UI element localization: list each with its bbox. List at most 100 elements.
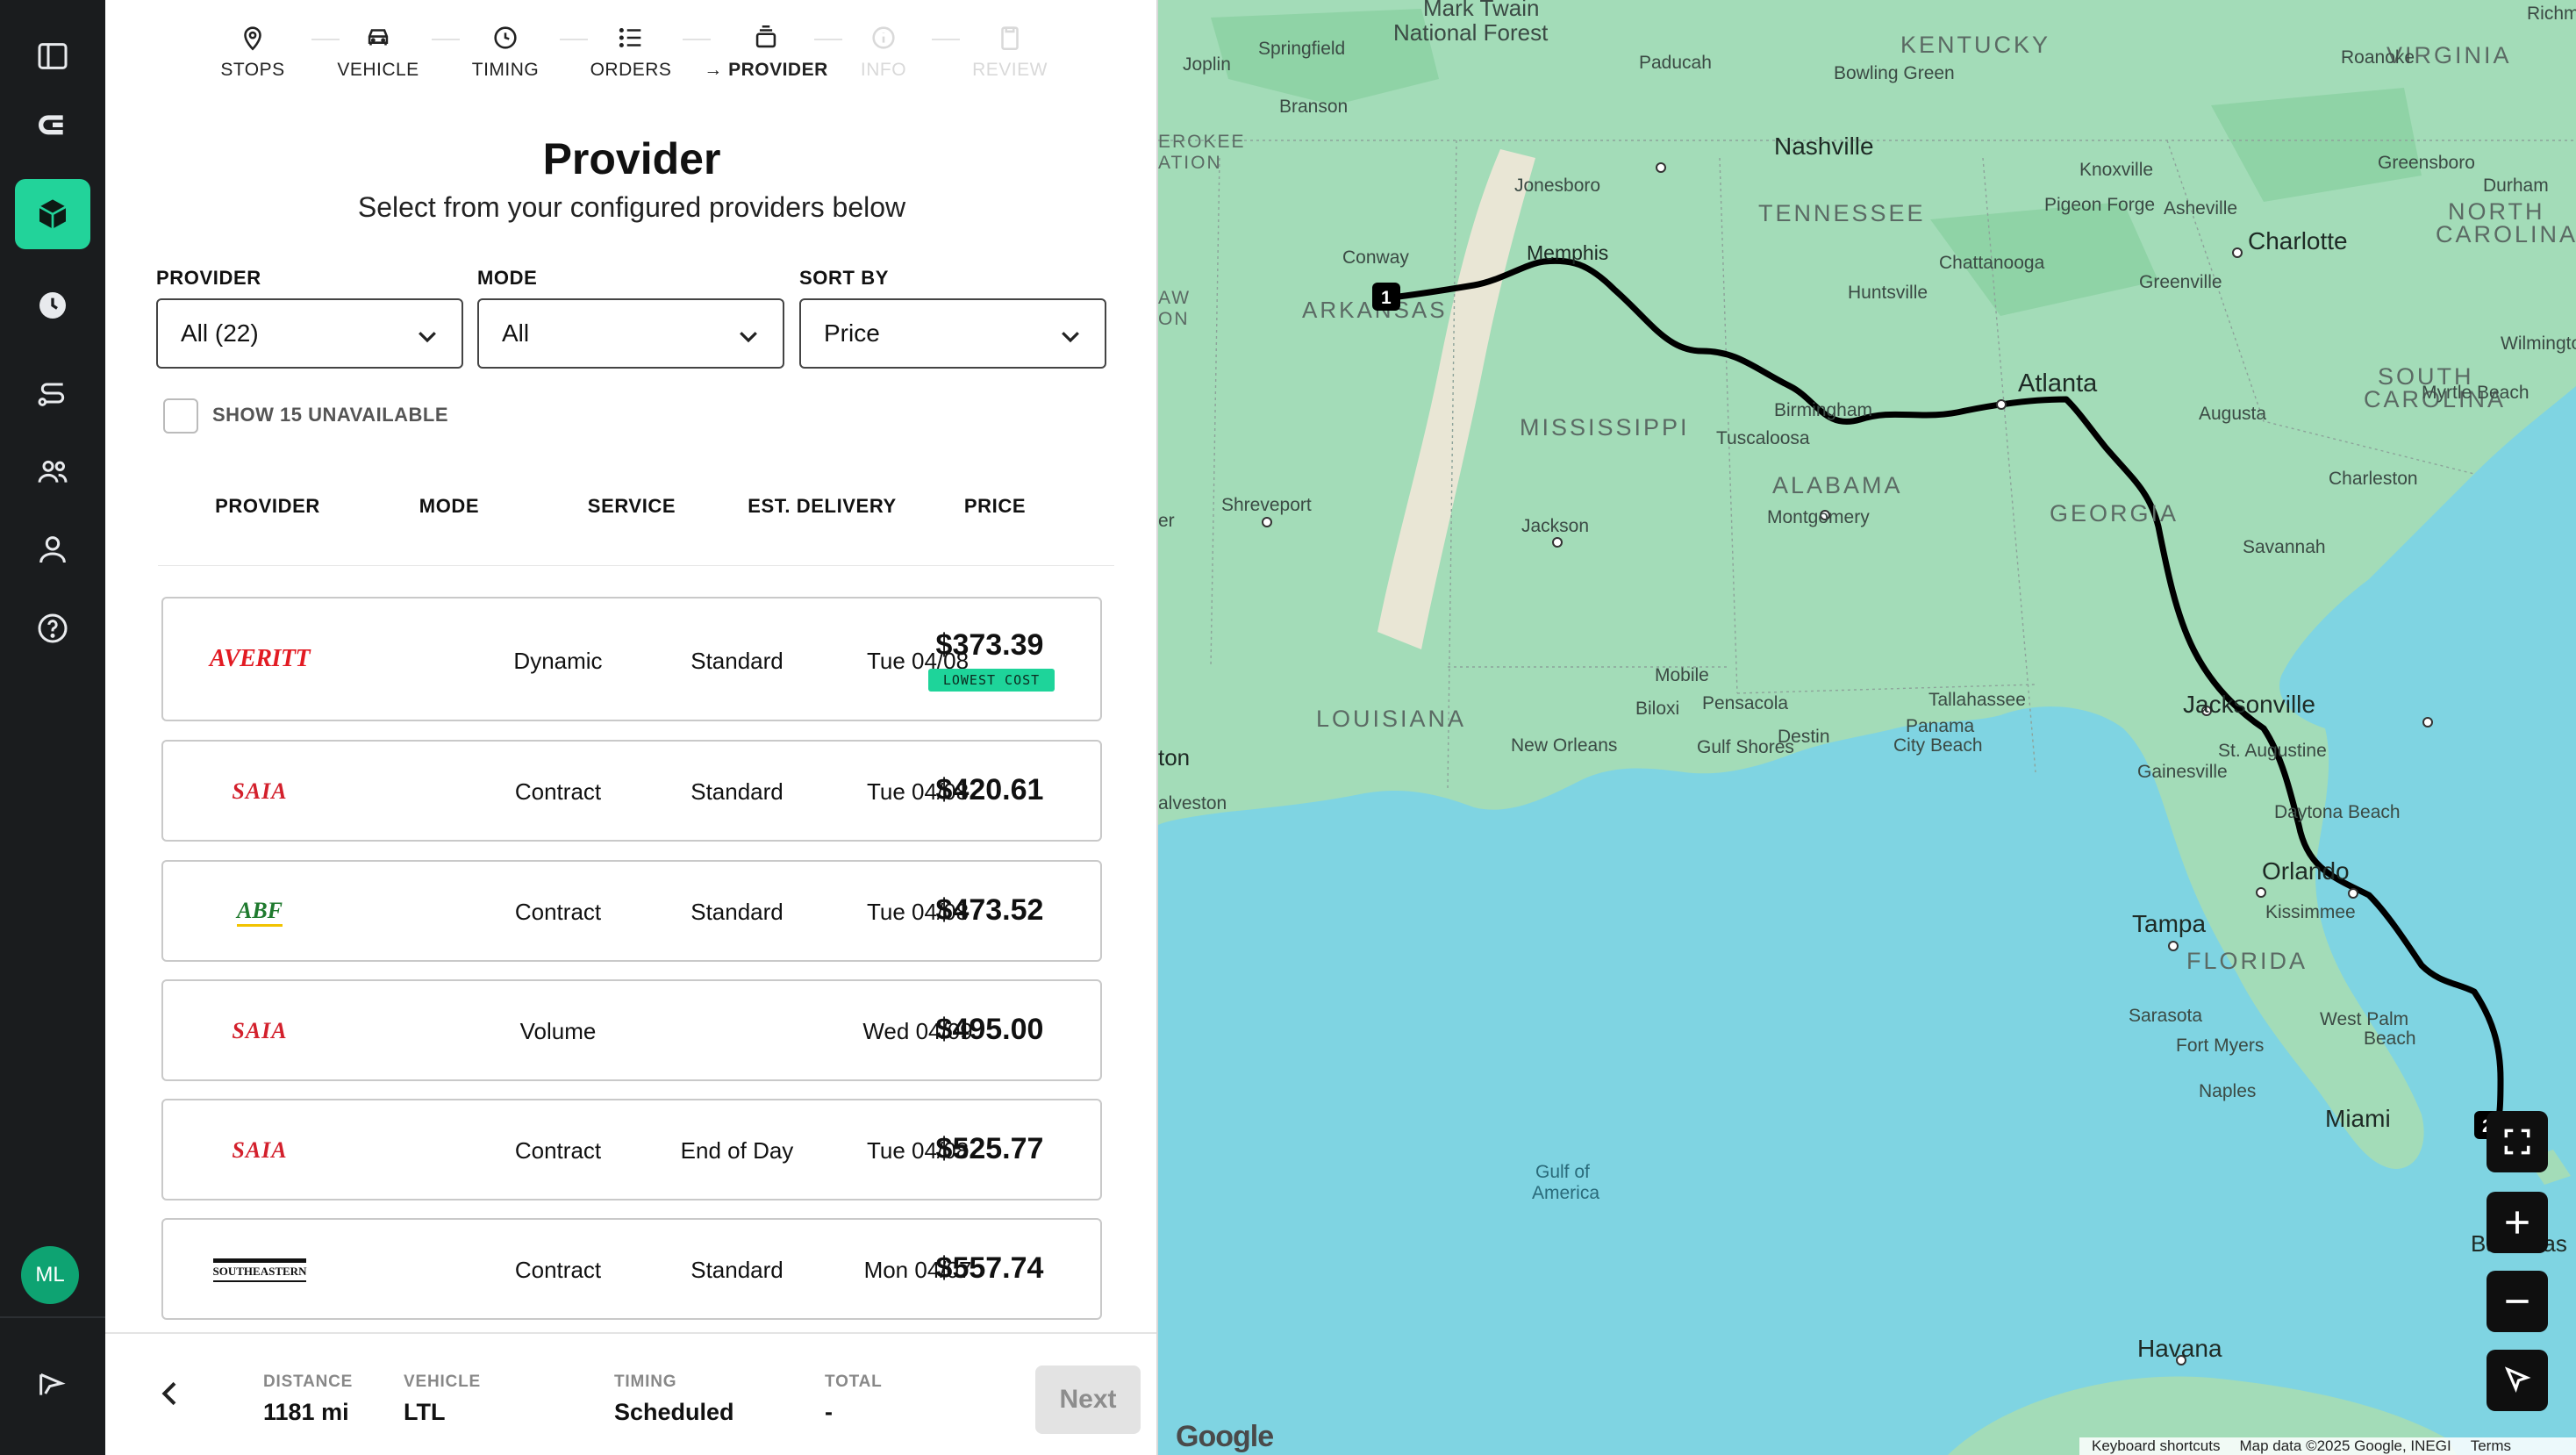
google-logo: Google bbox=[1176, 1420, 1274, 1454]
shipments-cube-icon[interactable] bbox=[15, 179, 90, 249]
map-canvas: Mark Twain National Forest Springfield J… bbox=[1158, 0, 2576, 1455]
map-label: Jacksonville bbox=[2183, 691, 2315, 718]
vehicle-value: LTL bbox=[404, 1399, 446, 1425]
row-price: $373.39 bbox=[935, 628, 1044, 662]
terms-link[interactable]: Terms bbox=[2471, 1437, 2511, 1455]
row-mode: Contract bbox=[514, 899, 602, 925]
map-label: Fort Myers bbox=[2176, 1036, 2264, 1056]
provider-row[interactable]: SAIA Contract End of Day Tue 04/08 $525.… bbox=[161, 1099, 1102, 1201]
map-label: MISSISSIPPI bbox=[1520, 414, 1690, 441]
step-label: → PROVIDER bbox=[704, 60, 828, 80]
provider-panel: STOPS VEHICLE TIMING ORDERS → PROVIDER I… bbox=[105, 0, 1158, 1455]
map-label: Kissimmee bbox=[2265, 902, 2356, 922]
map-label: Tampa bbox=[2132, 910, 2206, 937]
map-label: Birmingham bbox=[1774, 400, 1872, 420]
show-unavailable-checkbox[interactable] bbox=[163, 398, 198, 434]
map-label: Memphis bbox=[1527, 241, 1608, 264]
user-icon[interactable] bbox=[15, 514, 90, 584]
southeastern-logo-text: SOUTHEASTERN bbox=[212, 1258, 307, 1282]
map-label: Augusta bbox=[2199, 404, 2266, 424]
header-divider bbox=[158, 565, 1114, 566]
row-mode: Contract bbox=[514, 1257, 602, 1283]
provider-row[interactable]: AVERITT Dynamic Standard Tue 04/08 $373.… bbox=[161, 597, 1102, 721]
southeastern-logo: SOUTHEASTERN bbox=[190, 1248, 330, 1292]
back-button[interactable] bbox=[153, 1376, 188, 1411]
brand-logo-icon[interactable] bbox=[15, 91, 90, 161]
map-attribution: Keyboard shortcuts Map data ©2025 Google… bbox=[2079, 1437, 2576, 1455]
zoom-in-button[interactable] bbox=[2487, 1192, 2548, 1253]
step-vehicle[interactable]: VEHICLE bbox=[312, 23, 444, 81]
step-label: ORDERS bbox=[590, 60, 672, 80]
provider-row[interactable]: SAIA Volume Wed 04/09 $495.00 bbox=[161, 979, 1102, 1081]
provider-select[interactable]: All (22) bbox=[156, 298, 463, 369]
avatar[interactable]: ML bbox=[21, 1246, 79, 1304]
column-header-price[interactable]: PRICE bbox=[916, 495, 1074, 518]
map-label: Naples bbox=[2199, 1081, 2256, 1101]
row-service: End of Day bbox=[680, 1137, 794, 1164]
mode-select[interactable]: All bbox=[477, 298, 784, 369]
map-label: Sarasota bbox=[2129, 1006, 2202, 1026]
row-price: $525.77 bbox=[935, 1132, 1044, 1165]
map-label: Paducah bbox=[1639, 53, 1712, 73]
step-orders[interactable]: ORDERS bbox=[565, 23, 697, 81]
row-mode: Volume bbox=[519, 1018, 597, 1044]
keyboard-shortcuts-link[interactable]: Keyboard shortcuts bbox=[2092, 1437, 2220, 1455]
step-stops[interactable]: STOPS bbox=[187, 23, 318, 81]
sidebar-toggle-icon[interactable] bbox=[15, 21, 90, 91]
rail-divider bbox=[0, 1316, 105, 1318]
step-info[interactable]: INFO bbox=[818, 23, 949, 81]
map-label: ALABAMA bbox=[1772, 472, 1903, 498]
column-header-mode[interactable]: MODE bbox=[370, 495, 528, 518]
map-label: Havana bbox=[2137, 1335, 2222, 1362]
history-clock-icon[interactable] bbox=[15, 270, 90, 340]
map-label: West Palm bbox=[2320, 1009, 2408, 1029]
sort-select[interactable]: Price bbox=[799, 298, 1106, 369]
map-label: Myrtle Beach bbox=[2422, 383, 2529, 403]
step-label: REVIEW bbox=[972, 60, 1048, 80]
map-label: Roanoke bbox=[2341, 47, 2415, 68]
routes-icon[interactable] bbox=[15, 358, 90, 428]
next-button[interactable]: Next bbox=[1035, 1365, 1141, 1434]
timing-label: TIMING bbox=[614, 1373, 677, 1391]
column-header-provider[interactable]: PROVIDER bbox=[189, 495, 347, 518]
provider-row[interactable]: ABF Contract Standard Tue 04/08 $473.52 bbox=[161, 860, 1102, 962]
fullscreen-icon bbox=[2504, 1129, 2530, 1155]
total-label: TOTAL bbox=[825, 1373, 883, 1391]
map-label: Springfield bbox=[1258, 39, 1345, 59]
timing-value: Scheduled bbox=[614, 1399, 734, 1425]
car-icon bbox=[368, 29, 389, 46]
map-label: Atlanta bbox=[2018, 369, 2098, 398]
provider-row[interactable]: SAIA Contract Standard Tue 04/08 $420.61 bbox=[161, 740, 1102, 842]
map-label: Chattanooga bbox=[1939, 253, 2045, 273]
sort-label: SORT BY bbox=[799, 267, 889, 289]
column-header-delivery[interactable]: EST. DELIVERY bbox=[734, 495, 910, 518]
provider-row[interactable]: SOUTHEASTERN Contract Standard Mon 04/07… bbox=[161, 1218, 1102, 1320]
route-map[interactable]: Mark Twain National Forest Springfield J… bbox=[1158, 0, 2576, 1455]
row-service: Standard bbox=[691, 648, 784, 674]
step-label: TIMING bbox=[471, 60, 540, 80]
fullscreen-button[interactable] bbox=[2487, 1111, 2548, 1172]
step-timing[interactable]: TIMING bbox=[440, 23, 571, 81]
zoom-out-button[interactable] bbox=[2487, 1271, 2548, 1332]
distance-label: DISTANCE bbox=[263, 1373, 354, 1391]
summary-footer: DISTANCE 1181 mi VEHICLE LTL TIMING Sche… bbox=[105, 1332, 1158, 1455]
team-icon[interactable] bbox=[15, 437, 90, 507]
row-price: $420.61 bbox=[935, 773, 1044, 806]
mode-filter-label: MODE bbox=[477, 267, 538, 289]
help-icon[interactable] bbox=[15, 593, 90, 663]
map-label: Jonesboro bbox=[1514, 176, 1600, 196]
map-label: FLORIDA bbox=[2186, 948, 2308, 974]
column-header-service[interactable]: SERVICE bbox=[553, 495, 711, 518]
locate-button[interactable] bbox=[2487, 1350, 2548, 1411]
send-feedback-icon[interactable] bbox=[15, 1350, 90, 1420]
map-label: Huntsville bbox=[1848, 283, 1928, 303]
row-price: $495.00 bbox=[935, 1013, 1044, 1046]
saia-logo-text: SAIA bbox=[232, 778, 288, 804]
map-label: Bowling Green bbox=[1834, 63, 1955, 83]
step-review[interactable]: REVIEW bbox=[944, 23, 1076, 81]
map-label: Conway bbox=[1342, 247, 1409, 268]
saia-logo-text: SAIA bbox=[232, 1137, 288, 1163]
row-mode: Contract bbox=[514, 778, 602, 805]
map-label: Panama bbox=[1906, 716, 1975, 736]
cursor-arrow-icon bbox=[2504, 1366, 2531, 1393]
